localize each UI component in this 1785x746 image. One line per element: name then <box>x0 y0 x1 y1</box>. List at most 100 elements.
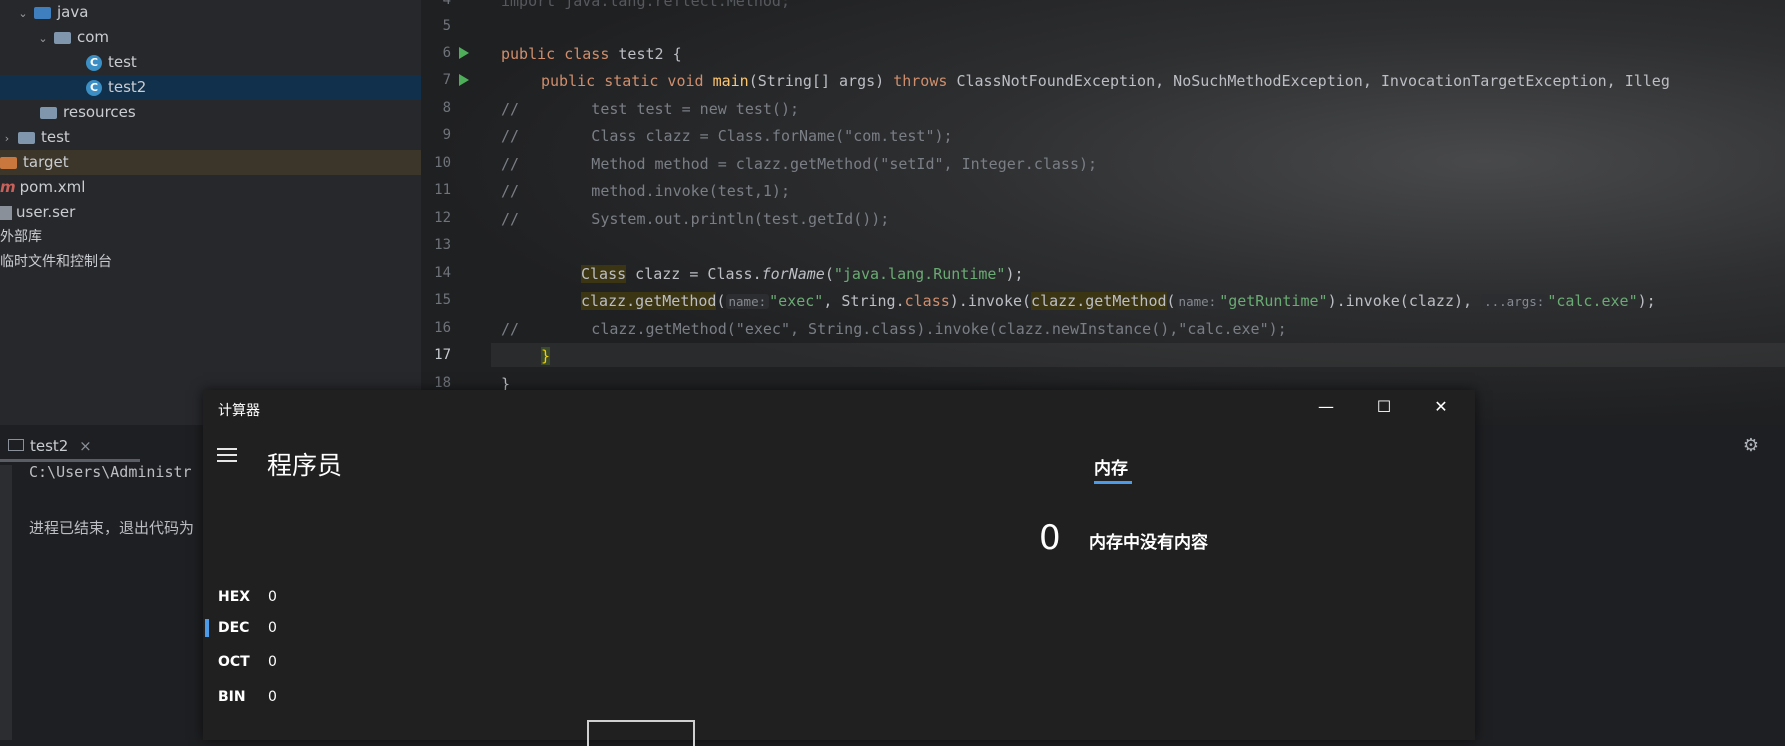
tree-item-label: 临时文件和控制台 <box>0 254 112 270</box>
radix-dec[interactable]: DEC 0 <box>218 620 277 636</box>
code-token: ( <box>716 292 726 310</box>
run-icon[interactable] <box>459 47 469 59</box>
run-tab-label: test2 <box>30 437 69 455</box>
code-token: clazz = Class. <box>626 265 762 283</box>
code-line: } <box>541 347 551 365</box>
resources-folder-icon <box>40 106 57 119</box>
tab-underline <box>1094 481 1132 484</box>
tree-item-target[interactable]: target <box>0 150 421 175</box>
calculator-window: 计算器 — ☐ ✕ 程序员 HEX 0 DEC 0 OCT 0 BIN 0 内存 0 内… <box>203 390 1475 746</box>
code-token: Class <box>581 265 627 283</box>
line-number: 5 <box>442 18 451 34</box>
code-token: "java.lang.Runtime" <box>833 265 1006 283</box>
keypad-button[interactable] <box>587 720 695 746</box>
radix-value: 0 <box>268 620 277 636</box>
window-title: 计算器 <box>218 403 260 419</box>
run-tab[interactable]: test2 × <box>0 437 140 462</box>
java-class-icon: C <box>86 79 102 96</box>
code-line: public class test2 { <box>501 45 682 63</box>
tree-item-label: java <box>57 3 89 21</box>
line-number: 8 <box>442 100 451 116</box>
tree-item-java[interactable]: ⌄ java <box>0 0 421 25</box>
code-token: ).invoke(clazz), <box>1327 292 1482 310</box>
tree-item-test2-class[interactable]: Ctest2 <box>0 75 421 100</box>
code-token: (String[] args) <box>748 72 894 90</box>
line-number: 9 <box>442 127 451 143</box>
tree-item-label: resources <box>63 103 136 121</box>
run-icon[interactable] <box>459 74 469 86</box>
radix-value: 0 <box>268 689 277 705</box>
console-output-line: 进程已结束，退出代码为 <box>29 519 195 537</box>
java-class-icon: C <box>86 54 102 71</box>
code-line: // Method method = clazz.getMethod("setI… <box>501 155 1098 173</box>
hamburger-menu-icon[interactable] <box>217 448 237 466</box>
line-number: 10 <box>434 155 451 171</box>
code-line: // test test = new test(); <box>501 100 800 118</box>
console-output-line: C:\Users\Administr <box>29 463 192 481</box>
tree-item-label: pom.xml <box>19 178 86 196</box>
close-icon[interactable]: × <box>79 437 92 455</box>
radix-label: DEC <box>218 620 250 636</box>
radix-label: HEX <box>218 589 251 605</box>
tree-item-label: com <box>77 28 110 46</box>
radix-value: 0 <box>268 589 277 605</box>
code-line: import java.lang.reflect.Method; <box>501 0 790 10</box>
chevron-down-icon[interactable]: ⌄ <box>36 26 50 51</box>
code-token: ( <box>1166 292 1176 310</box>
tree-item-label: test2 <box>108 78 147 96</box>
project-tree: ⌄ java ⌄ com Ctest Ctest2 resources › test … <box>0 0 421 425</box>
calculator-mode-title: 程序员 <box>267 451 343 480</box>
tree-item-test-class[interactable]: Ctest <box>0 50 421 75</box>
minimize-button[interactable]: — <box>1311 396 1341 418</box>
tree-item-pom[interactable]: m pom.xml <box>0 175 421 200</box>
code-token: test2 { <box>618 45 682 63</box>
tree-item-external-libraries[interactable]: 外部库 <box>0 225 421 250</box>
tree-item-scratches[interactable]: 临时文件和控制台 <box>0 250 421 275</box>
code-token: clazz.getMethod <box>581 292 717 310</box>
code-editor[interactable]: 4 5 6 7 8 9 10 11 12 13 14 15 16 17 18 i… <box>421 0 1785 425</box>
radix-bin[interactable]: BIN 0 <box>218 689 277 705</box>
folder-icon <box>34 6 51 19</box>
line-number: 16 <box>434 320 451 336</box>
tree-item-label: test <box>108 53 137 71</box>
radix-hex[interactable]: HEX 0 <box>218 589 277 605</box>
line-number: 14 <box>434 265 451 281</box>
line-number: 12 <box>434 210 451 226</box>
code-token: ( <box>824 265 834 283</box>
line-number: 4 <box>442 0 451 8</box>
folder-icon <box>0 156 17 169</box>
chevron-down-icon[interactable]: ⌄ <box>16 1 30 26</box>
tree-item-user-ser[interactable]: user.ser <box>0 200 421 225</box>
file-icon <box>0 205 12 220</box>
tree-item-resources[interactable]: resources <box>0 100 421 125</box>
code-token: } <box>541 347 551 365</box>
code-token: "getRuntime" <box>1219 292 1328 310</box>
code-line: // Class clazz = Class.forName("com.test… <box>501 127 953 145</box>
tab-memory[interactable]: 内存 <box>1094 454 1128 479</box>
code-token: ); <box>1637 292 1656 310</box>
memory-empty-message: 内存中没有内容 <box>1089 533 1208 553</box>
chevron-right-icon[interactable]: › <box>0 126 14 151</box>
maximize-button[interactable]: ☐ <box>1369 396 1399 418</box>
radix-oct[interactable]: OCT 0 <box>218 654 277 670</box>
memory-value: 0 <box>1039 518 1061 558</box>
line-number: 18 <box>434 375 451 391</box>
tree-item-label: user.ser <box>16 203 76 221</box>
tree-item-com[interactable]: ⌄ com <box>0 25 421 50</box>
code-token: throws <box>893 72 957 90</box>
tree-item-label: 外部库 <box>0 229 42 245</box>
radix-label: BIN <box>218 689 246 705</box>
editor-gutter: 4 5 6 7 8 9 10 11 12 13 14 15 16 17 18 <box>421 0 491 425</box>
current-line-highlight <box>491 343 1785 367</box>
parameter-hint: ...args: <box>1481 294 1548 309</box>
close-button[interactable]: ✕ <box>1426 396 1456 418</box>
code-token: ClassNotFoundException, NoSuchMethodExce… <box>956 72 1670 90</box>
line-number: 11 <box>434 182 451 198</box>
line-number: 7 <box>442 72 451 88</box>
tree-item-test-folder[interactable]: › test <box>0 125 421 150</box>
code-token: class <box>904 292 950 310</box>
line-number: 13 <box>434 237 451 253</box>
console-icon <box>8 439 24 451</box>
code-line: Class clazz = Class.forName("java.lang.R… <box>581 265 1024 283</box>
gear-icon[interactable]: ⚙ <box>1743 435 1759 456</box>
